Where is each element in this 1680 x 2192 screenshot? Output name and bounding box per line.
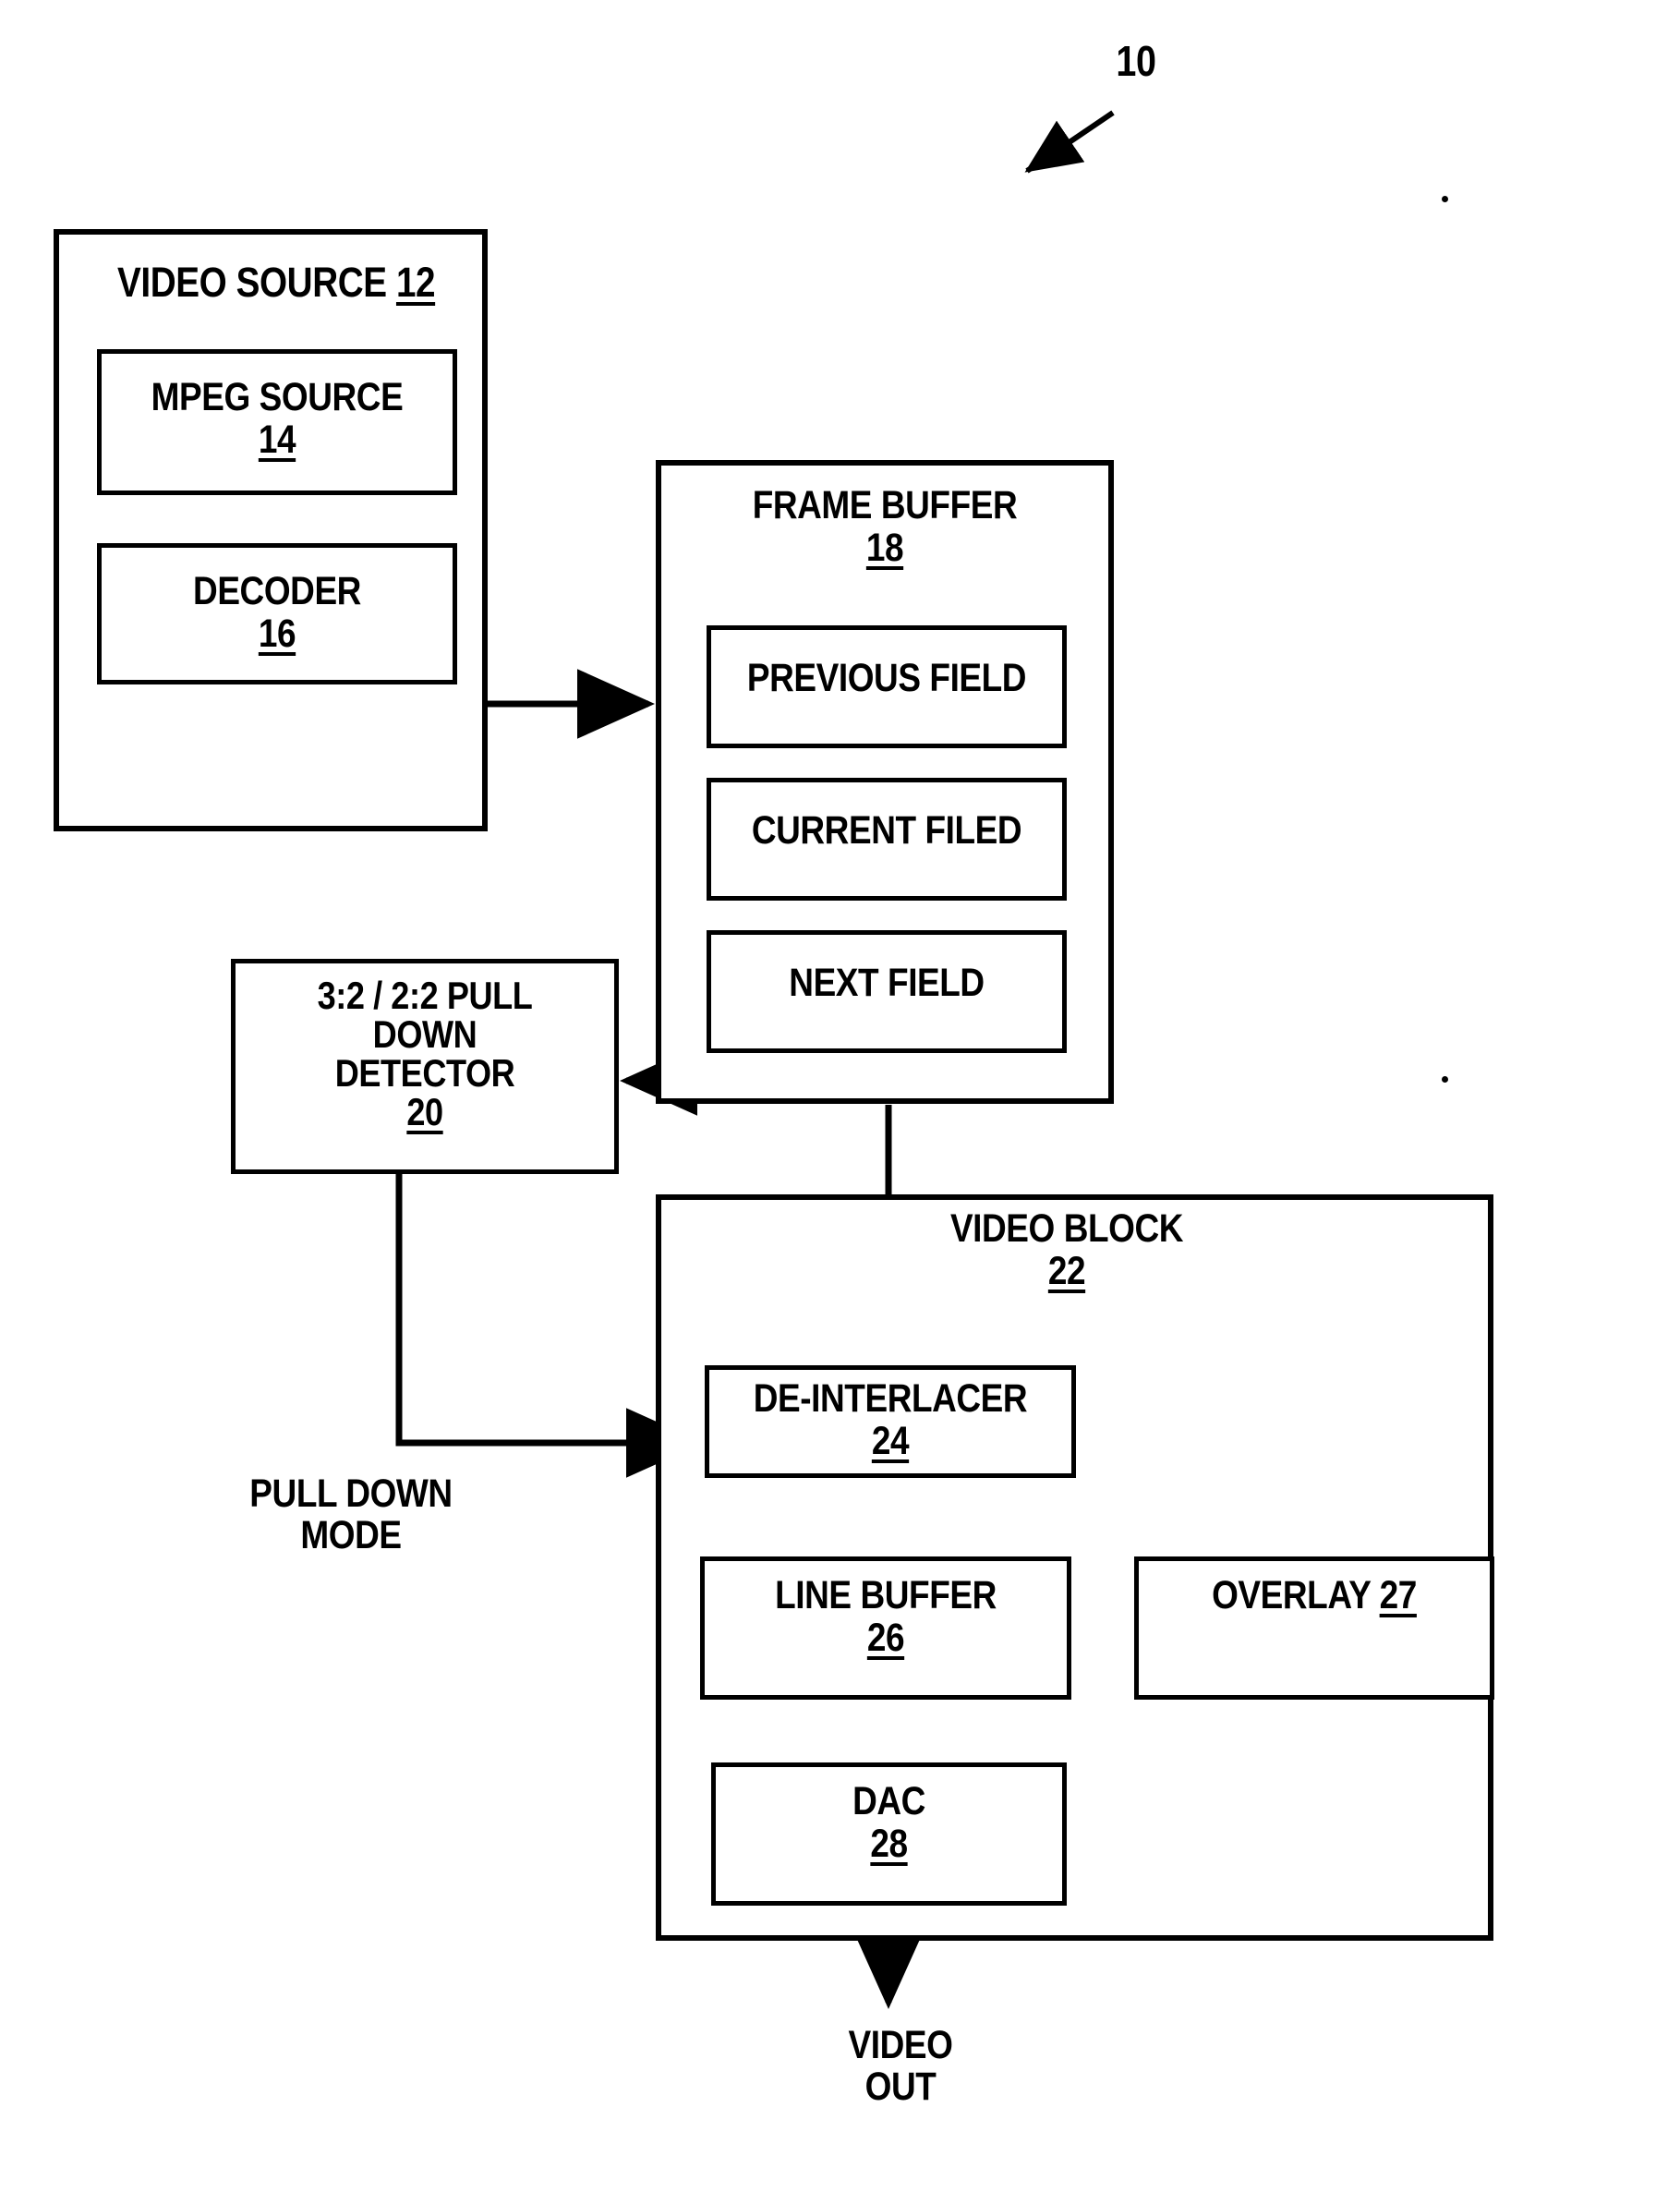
frame-buffer-ref: 18 (865, 525, 904, 570)
frame-buffer-label-text: FRAME BUFFER (752, 483, 1018, 527)
video-source-container[interactable] (54, 229, 488, 831)
previous-field-label: PREVIOUS FIELD (746, 656, 1027, 700)
decoder-label-text: DECODER (193, 569, 361, 613)
pull-down-mode-annotation: PULL DOWN MODE (249, 1471, 453, 1558)
frame-buffer-label: FRAME BUFFER 18 (688, 483, 1082, 570)
current-field-label: CURRENT FILED (751, 808, 1022, 853)
dac-label: DAC 28 (736, 1779, 1042, 1866)
video-block-ref: 22 (1047, 1248, 1086, 1293)
video-block-label: VIDEO BLOCK 22 (868, 1206, 1265, 1293)
patent-figure: 10 VIDEO SOURCE 12 MPEG SOURCE 14 DECODER… (0, 0, 1680, 2192)
dac-ref: 28 (870, 1821, 908, 1866)
line-buffer-label-text: LINE BUFFER (775, 1573, 997, 1617)
stray-dot-lower (1442, 1076, 1448, 1083)
video-block-label-text: VIDEO BLOCK (949, 1206, 1184, 1251)
stray-dot-upper (1442, 196, 1448, 202)
de-interlacer-ref: 24 (871, 1418, 910, 1463)
overlay-label: OVERLAY 27 (1159, 1573, 1468, 1617)
video-out-annotation: VIDEO OUT (848, 2023, 953, 2110)
video-source-label: VIDEO SOURCE 12 (84, 260, 457, 305)
mpeg-source-label: MPEG SOURCE 14 (122, 375, 431, 462)
mpeg-source-label-text: MPEG SOURCE (151, 375, 404, 419)
dac-label-text: DAC (852, 1779, 925, 1823)
pulldown-detector-label: 3:2 / 2:2 PULL DOWN DETECTOR 20 (258, 976, 591, 1132)
line-buffer-ref: 26 (866, 1615, 905, 1660)
figure-reference-numeral: 10 (1116, 37, 1156, 85)
video-source-ref: 12 (395, 259, 436, 306)
line-buffer-label: LINE BUFFER 26 (726, 1573, 1045, 1660)
overlay-label-text: OVERLAY (1212, 1573, 1371, 1617)
decoder-ref: 16 (258, 611, 296, 656)
next-field-label: NEXT FIELD (789, 961, 985, 1005)
overlay-ref: 27 (1379, 1573, 1418, 1617)
de-interlacer-label: DE-INTERLACER 24 (731, 1376, 1050, 1463)
arrow-pulldown-to-deinterlacer (395, 1174, 704, 1478)
reference-leader-arrow (1024, 110, 1115, 174)
decoder-label: DECODER 16 (122, 569, 431, 656)
pulldown-detector-ref: 20 (406, 1090, 443, 1133)
video-source-label-text: VIDEO SOURCE (117, 259, 387, 306)
pulldown-detector-label-text: 3:2 / 2:2 PULL DOWN DETECTOR (317, 974, 533, 1095)
de-interlacer-label-text: DE-INTERLACER (753, 1376, 1028, 1421)
mpeg-source-ref: 14 (258, 417, 296, 462)
